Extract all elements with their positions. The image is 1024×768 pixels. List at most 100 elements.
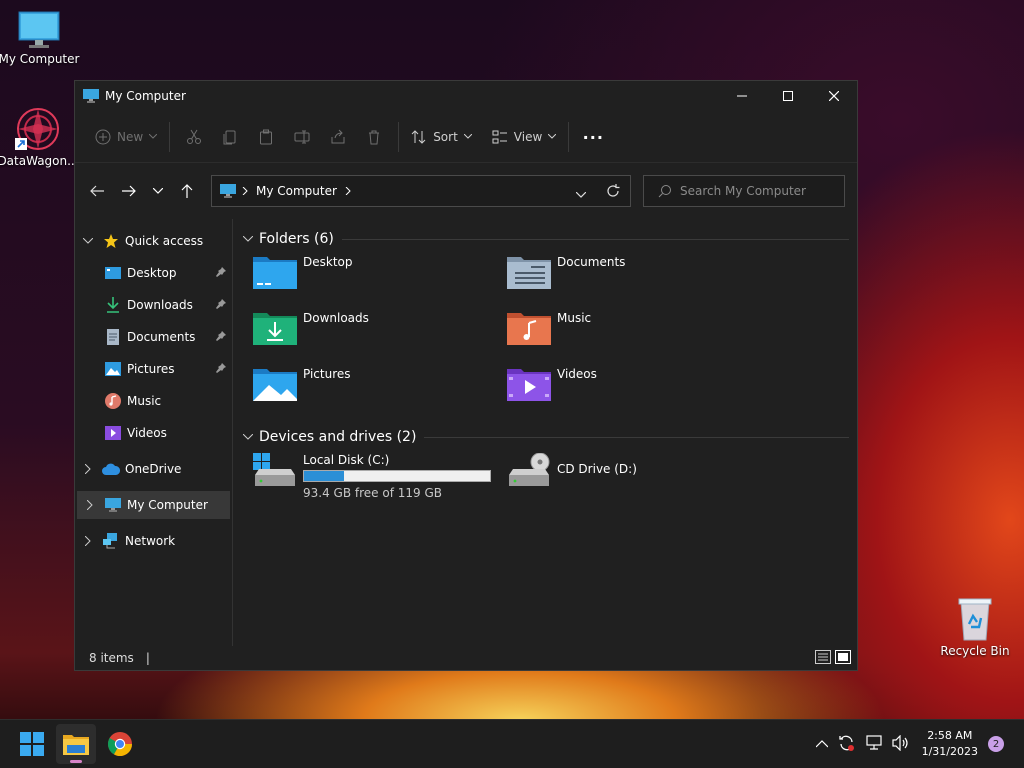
- monitor-icon: [105, 498, 121, 512]
- folder-downloads[interactable]: Downloads: [253, 309, 507, 365]
- folder-videos[interactable]: Videos: [507, 365, 761, 421]
- chevron-down-icon: [83, 238, 93, 244]
- sidebar-item-music[interactable]: Music: [75, 387, 232, 415]
- navigation-pane[interactable]: Quick access Desktop Downloads Documents…: [75, 219, 233, 646]
- pictures-icon: [105, 362, 121, 376]
- tiles-view-button[interactable]: [835, 650, 851, 667]
- delete-button[interactable]: [356, 121, 392, 153]
- sidebar-item-downloads[interactable]: Downloads: [75, 291, 232, 319]
- cut-button[interactable]: [176, 121, 212, 153]
- monitor-icon: [18, 11, 60, 48]
- sidebar-item-documents[interactable]: Documents: [75, 323, 232, 351]
- drive-name: Local Disk (C:): [303, 453, 390, 467]
- pin-icon: [216, 363, 226, 373]
- pictures-folder-icon: [253, 369, 297, 401]
- show-hidden-icons-button[interactable]: [815, 737, 829, 751]
- drive-usage-bar: [303, 470, 491, 482]
- taskbar-chrome[interactable]: [100, 724, 140, 764]
- desktop-icon-label: Recycle Bin: [940, 644, 1010, 658]
- clock[interactable]: 2:58 AM 1/31/2023: [922, 728, 978, 760]
- pin-icon: [216, 299, 226, 309]
- drive-local-disk-c[interactable]: Local Disk (C:) 93.4 GB free of 119 GB: [253, 453, 507, 500]
- more-label: ...: [582, 124, 604, 143]
- chevron-down-icon: [243, 434, 253, 440]
- chevron-down-icon: [463, 133, 472, 139]
- drive-cd-d[interactable]: CD Drive (D:): [507, 453, 761, 500]
- sidebar-item-network[interactable]: Network: [75, 527, 232, 555]
- sync-status-button[interactable]: [838, 734, 856, 755]
- folder-documents[interactable]: Documents: [507, 253, 761, 309]
- drives-group-header[interactable]: Devices and drives (2): [239, 425, 857, 449]
- chevron-right-icon: [85, 536, 91, 546]
- desktop-folder-icon: [105, 267, 121, 279]
- music-icon: [105, 393, 121, 409]
- paste-button[interactable]: [248, 121, 284, 153]
- star-icon: [104, 234, 118, 248]
- details-view-button[interactable]: [815, 650, 831, 667]
- notification-badge[interactable]: 2: [988, 736, 1004, 752]
- address-history-dropdown[interactable]: [575, 187, 587, 201]
- status-bar: 8 items |: [75, 646, 857, 670]
- up-button[interactable]: [171, 175, 203, 207]
- drives-list: Local Disk (C:) 93.4 GB free of 119 GB C…: [239, 453, 857, 500]
- monitor-icon: [83, 89, 99, 103]
- sidebar-item-label: Quick access: [125, 234, 204, 248]
- close-icon: [829, 91, 839, 101]
- folder-desktop[interactable]: Desktop: [253, 253, 507, 309]
- sort-button[interactable]: Sort: [405, 121, 478, 153]
- minimize-button[interactable]: [719, 81, 765, 111]
- new-button[interactable]: New: [89, 121, 163, 153]
- clock-time: 2:58 AM: [927, 729, 973, 742]
- volume-button[interactable]: [891, 734, 910, 754]
- folder-name: Pictures: [303, 367, 351, 381]
- clipboard-icon: [260, 129, 273, 144]
- file-explorer-icon: [63, 735, 89, 755]
- folders-group-header[interactable]: Folders (6): [239, 227, 857, 251]
- item-count: 8 items: [89, 651, 134, 665]
- chevron-down-icon: [153, 188, 163, 194]
- sidebar-item-onedrive[interactable]: OneDrive: [75, 455, 232, 483]
- title-bar[interactable]: My Computer: [75, 81, 857, 111]
- copy-icon: [223, 130, 236, 144]
- maximize-button[interactable]: [765, 81, 811, 111]
- back-button[interactable]: [81, 175, 113, 207]
- desktop-icon-recycle-bin[interactable]: Recycle Bin: [932, 596, 1018, 658]
- desktop-icon-my-computer[interactable]: My Computer: [0, 10, 82, 66]
- address-crumb-my-computer[interactable]: My Computer: [256, 184, 337, 198]
- chrome-icon: [108, 732, 132, 756]
- start-button[interactable]: [12, 724, 52, 764]
- sidebar-item-videos[interactable]: Videos: [75, 419, 232, 447]
- network-status-button[interactable]: [865, 734, 884, 754]
- tiles-view-icon: [835, 650, 851, 664]
- sidebar-item-label: My Computer: [127, 498, 208, 512]
- folder-pictures[interactable]: Pictures: [253, 365, 507, 421]
- sidebar-item-pictures[interactable]: Pictures: [75, 355, 232, 383]
- sidebar-item-label: Desktop: [127, 266, 177, 280]
- desktop-icon-label: DataWagon...: [0, 154, 79, 168]
- forward-button[interactable]: [113, 175, 145, 207]
- rename-button[interactable]: [284, 121, 320, 153]
- chevron-up-icon: [815, 740, 829, 748]
- desktop-icon-datawagon[interactable]: DataWagon...: [0, 106, 81, 168]
- view-button[interactable]: View: [486, 121, 562, 153]
- recent-locations-button[interactable]: [145, 175, 171, 207]
- more-options-button[interactable]: ...: [575, 121, 611, 153]
- search-box[interactable]: Search My Computer: [643, 175, 845, 207]
- content-pane: Folders (6) Desktop Documents Downloads: [233, 219, 857, 646]
- copy-button[interactable]: [212, 121, 248, 153]
- close-button[interactable]: [811, 81, 857, 111]
- address-bar[interactable]: My Computer: [211, 175, 631, 207]
- folder-name: Videos: [557, 367, 597, 381]
- refresh-button[interactable]: [606, 184, 620, 201]
- documents-folder-icon: [507, 257, 551, 289]
- share-button[interactable]: [320, 121, 356, 153]
- sort-icon: [411, 129, 426, 144]
- folder-music[interactable]: Music: [507, 309, 761, 365]
- taskbar-file-explorer[interactable]: [56, 724, 96, 764]
- command-bar: New Sort View ...: [75, 111, 857, 163]
- sidebar-item-quick-access[interactable]: Quick access: [75, 227, 232, 255]
- sidebar-item-desktop[interactable]: Desktop: [75, 259, 232, 287]
- sidebar-item-my-computer[interactable]: My Computer: [77, 491, 230, 519]
- sidebar-item-label: OneDrive: [125, 462, 182, 476]
- cloud-icon: [102, 463, 120, 475]
